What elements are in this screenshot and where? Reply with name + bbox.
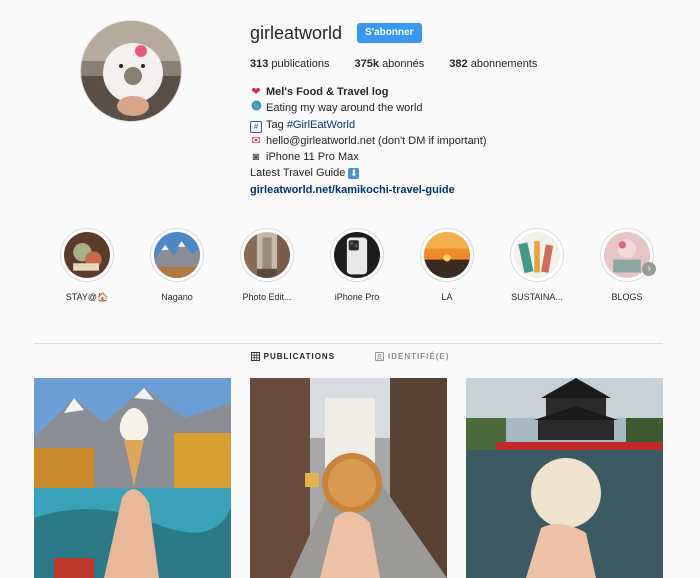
following-label: abonnements xyxy=(470,58,538,70)
love-letter-icon: ✉ xyxy=(251,134,261,147)
highlight-label: Nagano xyxy=(161,292,193,302)
highlight-label: BLOGS xyxy=(611,292,643,302)
bio-line-1: Eating my way around the world xyxy=(250,100,562,116)
tab-tagged-label: IDENTIFIÉ(E) xyxy=(388,352,450,361)
posts-label: publications xyxy=(271,58,330,70)
heart-icon: ❤ xyxy=(251,86,261,98)
bio-line-3-text: hello@girleatworld.net (don't DM if impo… xyxy=(266,134,487,147)
bio-line-5-text: Latest Travel Guide xyxy=(250,167,346,180)
username: girleatworld xyxy=(250,22,343,43)
highlight-ring xyxy=(60,228,114,282)
highlight-nagano[interactable]: Nagano xyxy=(138,228,216,303)
followers-count: 375k xyxy=(354,58,379,70)
followers-stat[interactable]: 375k abonnés xyxy=(355,58,425,70)
highlight-sustainable[interactable]: SUSTAINA... xyxy=(498,228,576,303)
posts-grid xyxy=(34,378,682,578)
grid-icon xyxy=(250,352,260,361)
camera-icon: ◙ xyxy=(252,151,260,164)
hashtag-icon: # xyxy=(250,120,262,133)
highlight-thumbnail xyxy=(154,232,200,278)
tagged-user-icon xyxy=(375,352,385,361)
highlight-ring xyxy=(510,228,564,282)
section-divider xyxy=(34,343,663,344)
bio-website-link[interactable]: girleatworld.net/kamikochi-travel-guide xyxy=(250,184,455,196)
highlight-label: STAY@🏠 xyxy=(65,292,109,302)
highlight-ring xyxy=(420,228,474,282)
highlight-photo-edit[interactable]: Photo Edit... xyxy=(228,228,306,303)
post-thumbnail[interactable] xyxy=(250,378,447,578)
highlight-thumbnail xyxy=(244,232,290,278)
follow-button[interactable]: S'abonner xyxy=(357,23,422,43)
bio-link-line: girleatworld.net/kamikochi-travel-guide xyxy=(250,182,562,198)
highlight-label: LA xyxy=(441,292,453,302)
globe-icon xyxy=(250,100,262,116)
highlight-iphone-pro[interactable]: iPhone Pro xyxy=(318,228,396,303)
post-thumbnail[interactable] xyxy=(466,378,663,578)
highlight-thumbnail xyxy=(424,232,470,278)
highlight-thumbnail xyxy=(334,232,380,278)
highlight-ring xyxy=(150,228,204,282)
following-count: 382 xyxy=(449,58,468,70)
highlights-next-arrow-icon[interactable]: › xyxy=(642,262,656,276)
highlight-thumbnail xyxy=(64,232,110,278)
bio-line-4: ◙ iPhone 11 Pro Max xyxy=(250,149,562,165)
tab-tagged[interactable]: IDENTIFIÉ(E) xyxy=(375,352,449,361)
tab-publications-label: PUBLICATIONS xyxy=(263,352,336,361)
posts-count: 313 xyxy=(250,58,269,70)
following-stat[interactable]: 382 abonnements xyxy=(449,58,537,70)
bio-line-2: # Tag #GirlEatWorld xyxy=(250,117,562,133)
profile-bio: ❤ Mel's Food & Travel log Eating my way a… xyxy=(250,84,562,198)
post-thumbnail[interactable] xyxy=(34,378,231,578)
tab-publications[interactable]: PUBLICATIONS xyxy=(250,352,336,361)
profile-stats: 313 publications 375k abonnés 382 abonne… xyxy=(250,58,562,70)
highlight-ring xyxy=(330,228,384,282)
posts-stat: 313 publications xyxy=(250,58,330,70)
bio-line-5: Latest Travel Guide ⬇ xyxy=(250,165,562,181)
bio-line-2-prefix: Tag xyxy=(266,118,284,131)
highlight-stay[interactable]: STAY@🏠 xyxy=(48,228,126,303)
bio-line-1-text: Eating my way around the world xyxy=(266,102,423,115)
profile-header: girleatworld S'abonner 313 publications … xyxy=(250,20,562,198)
highlight-ring xyxy=(240,228,294,282)
highlight-label: iPhone Pro xyxy=(334,292,380,302)
bio-line-4-text: iPhone 11 Pro Max xyxy=(266,151,359,164)
followers-label: abonnés xyxy=(382,58,425,70)
bio-line-3: ✉ hello@girleatworld.net (don't DM if imp… xyxy=(250,133,562,149)
profile-avatar[interactable] xyxy=(80,20,182,122)
bio-hashtag-link[interactable]: #GirlEatWorld xyxy=(287,119,355,131)
profile-tabs: PUBLICATIONS IDENTIFIÉ(E) xyxy=(0,352,700,361)
highlight-label: Photo Edit... xyxy=(242,292,292,302)
story-highlights: STAY@🏠 Nagano Photo Edit... iPhone Pro L… xyxy=(48,228,678,303)
bio-name: Mel's Food & Travel log xyxy=(266,86,389,98)
down-arrow-icon: ⬇ xyxy=(348,168,360,180)
highlight-label: SUSTAINA... xyxy=(511,292,563,302)
highlight-la[interactable]: LA xyxy=(408,228,486,303)
highlight-thumbnail xyxy=(514,232,560,278)
bio-name-line: ❤ Mel's Food & Travel log xyxy=(250,84,562,100)
